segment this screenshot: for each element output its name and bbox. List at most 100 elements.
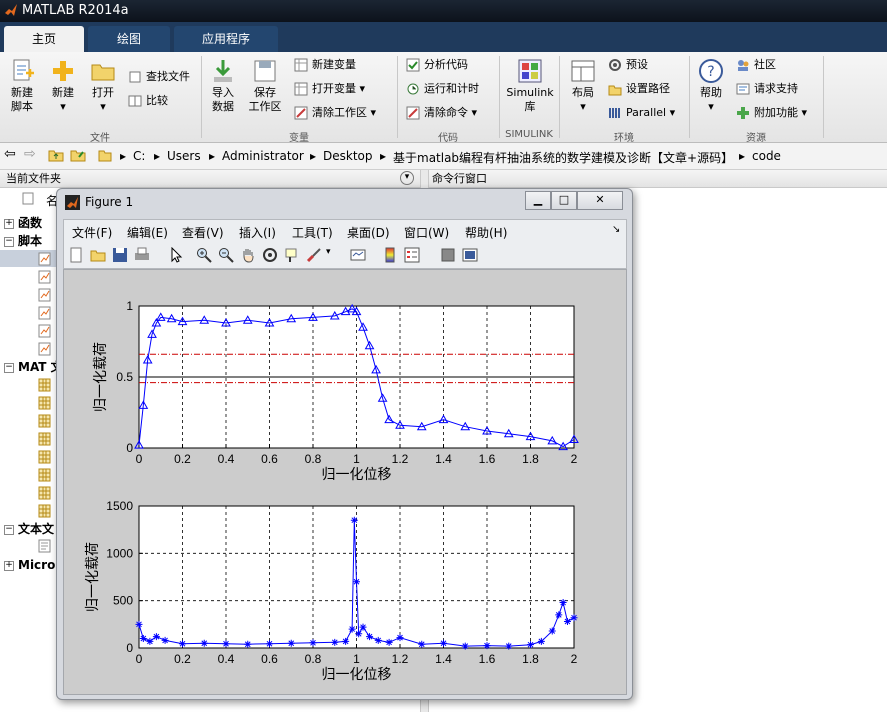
mat-file-icon[interactable] [38, 396, 51, 410]
rotate-icon[interactable] [262, 247, 278, 263]
script-file-icon[interactable] [38, 288, 51, 302]
new-variable-button[interactable]: 新建变量 [294, 56, 356, 74]
expand-icon[interactable]: + [4, 218, 14, 229]
mat-file-icon[interactable] [38, 414, 51, 428]
mat-file-icon[interactable] [38, 504, 51, 518]
path-segment[interactable]: Users [167, 149, 201, 163]
minimize-button[interactable]: ▁ [525, 191, 551, 210]
menu-dock-icon[interactable]: ↘ [612, 224, 620, 235]
maximize-button[interactable]: □ [551, 191, 577, 210]
link-icon[interactable] [350, 247, 366, 263]
save-icon[interactable] [112, 247, 128, 263]
figure-titlebar[interactable]: Figure 1 ▁ □ ✕ [57, 189, 632, 215]
set-path-button[interactable]: 设置路径 [608, 80, 670, 98]
text-file-icon[interactable] [38, 539, 51, 553]
tab-home[interactable]: 主页 [4, 26, 84, 52]
clear-workspace-button[interactable]: 清除工作区 ▾ [294, 104, 376, 122]
x-tick-label: 0.8 [305, 452, 322, 466]
hide-tools-icon[interactable] [440, 247, 456, 263]
import-data-button[interactable]: 导入 数据 [204, 58, 242, 114]
new-script-button[interactable]: 新建 脚本 [2, 58, 42, 114]
tree-group-mat-files[interactable]: − MAT 文 [4, 358, 63, 376]
new-figure-icon[interactable] [68, 247, 84, 263]
run-time-button[interactable]: 运行和计时 [406, 80, 479, 98]
menu-desktop[interactable]: 桌面(D) [347, 224, 390, 241]
browse-folder-icon[interactable] [70, 148, 86, 162]
legend-icon[interactable] [404, 247, 420, 263]
clear-commands-button[interactable]: 清除命令 ▾ [406, 104, 477, 122]
addons-button[interactable]: 附加功能 ▾ [736, 104, 807, 122]
path-segment[interactable]: Administrator [222, 149, 304, 163]
pointer-icon[interactable] [168, 247, 184, 263]
brush-dropdown-icon[interactable]: ▾ [326, 247, 331, 257]
mat-file-icon[interactable] [38, 486, 51, 500]
save-workspace-button[interactable]: 保存 工作区 [244, 58, 286, 114]
tab-apps[interactable]: 应用程序 [174, 26, 278, 52]
print-icon[interactable] [134, 247, 150, 263]
data-point-star [374, 636, 382, 644]
x-tick-label: 0.2 [174, 452, 191, 466]
tab-plots[interactable]: 绘图 [88, 26, 170, 52]
expand-icon[interactable]: + [4, 560, 14, 571]
data-cursor-icon[interactable] [284, 247, 300, 263]
close-button[interactable]: ✕ [577, 191, 623, 210]
mat-file-icon[interactable] [38, 432, 51, 446]
script-file-icon[interactable] [38, 342, 51, 356]
menu-edit[interactable]: 编辑(E) [127, 224, 168, 241]
layout-button[interactable]: 布局 ▾ [564, 58, 602, 114]
collapse-icon[interactable]: − [4, 524, 14, 535]
tree-group-functions[interactable]: + 函数 [4, 214, 42, 232]
path-segment[interactable]: C: [133, 149, 145, 163]
mat-file-icon[interactable] [38, 468, 51, 482]
path-segment[interactable]: 基于matlab编程有杆抽油系统的数学建模及诊断【文章+源码】 [393, 149, 733, 166]
collapse-icon[interactable]: − [4, 362, 14, 373]
script-file-icon[interactable] [38, 306, 51, 320]
preferences-button[interactable]: 预设 [608, 56, 648, 74]
brush-icon[interactable] [306, 247, 322, 263]
show-tools-icon[interactable] [462, 247, 478, 263]
request-support-button[interactable]: 请求支持 [736, 80, 798, 98]
menu-tools[interactable]: 工具(T) [292, 224, 333, 241]
data-point-star [355, 630, 363, 638]
set-path-icon [608, 85, 622, 96]
parallel-button[interactable]: Parallel ▾ [608, 104, 675, 122]
path-segment[interactable]: Desktop [323, 149, 373, 163]
script-file-icon[interactable] [38, 252, 51, 266]
set-path-label: 设置路径 [626, 82, 670, 95]
up-folder-icon[interactable] [48, 148, 64, 162]
colorbar-icon[interactable] [382, 247, 398, 263]
help-button[interactable]: ? 帮助 ▾ [692, 58, 730, 114]
open-button[interactable]: 打开 ▾ [84, 58, 122, 114]
pane-menu-icon[interactable]: ▾ [400, 171, 414, 185]
data-point-star [366, 633, 374, 641]
zoom-out-icon[interactable] [218, 247, 234, 263]
tree-group-scripts[interactable]: − 脚本 [4, 232, 42, 250]
zoom-in-icon[interactable] [196, 247, 212, 263]
collapse-icon[interactable]: − [4, 236, 14, 247]
compare-button[interactable]: 比较 [128, 92, 168, 110]
tree-group-microsoft[interactable]: + Micros [4, 556, 62, 574]
mat-file-icon[interactable] [38, 450, 51, 464]
mat-file-icon[interactable] [38, 378, 51, 392]
forward-arrow-icon[interactable]: ⇨ [24, 146, 36, 162]
tree-group-text-files[interactable]: − 文本文 [4, 520, 54, 538]
menu-insert[interactable]: 插入(I) [239, 224, 276, 241]
path-segment[interactable]: code [752, 149, 781, 163]
path-separator-icon: ▸ [120, 149, 127, 163]
find-files-button[interactable]: 查找文件 [128, 68, 190, 86]
new-button[interactable]: 新建 ▾ [44, 58, 82, 114]
script-file-icon[interactable] [38, 270, 51, 284]
x-tick-label: 2 [571, 652, 578, 666]
community-button[interactable]: 社区 [736, 56, 776, 74]
menu-window[interactable]: 窗口(W) [404, 224, 449, 241]
script-file-icon[interactable] [38, 324, 51, 338]
menu-view[interactable]: 查看(V) [182, 224, 224, 241]
open-variable-button[interactable]: 打开变量 ▾ [294, 80, 365, 98]
menu-file[interactable]: 文件(F) [72, 224, 112, 241]
pan-icon[interactable] [240, 247, 256, 263]
menu-help[interactable]: 帮助(H) [465, 224, 507, 241]
open-file-icon[interactable] [90, 247, 106, 263]
analyze-code-button[interactable]: 分析代码 [406, 56, 468, 74]
back-arrow-icon[interactable]: ⇦ [4, 146, 16, 162]
simulink-library-button[interactable]: Simulink 库 [502, 58, 558, 114]
